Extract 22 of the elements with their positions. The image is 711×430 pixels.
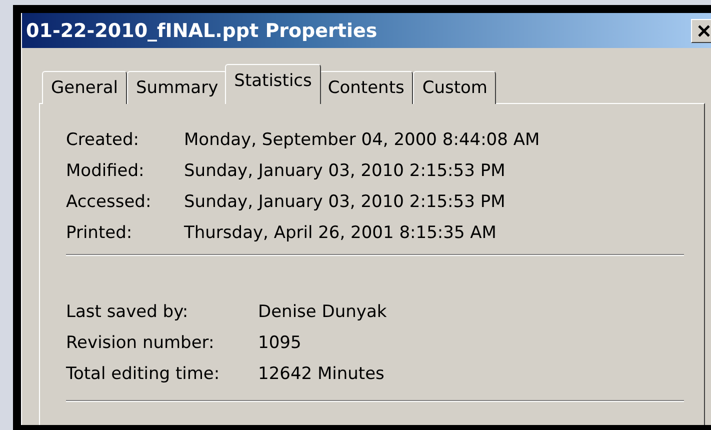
field-value: Thursday, April 26, 2001 8:15:35 AM: [184, 222, 498, 245]
field-value: Sunday, January 03, 2010 2:15:53 PM: [184, 191, 506, 214]
field-label: Total editing time:: [66, 363, 221, 386]
tab[interactable]: Contents: [318, 71, 414, 104]
field-label: Revision number:: [66, 332, 216, 355]
field-value: Monday, September 04, 2000 8:44:08 AM: [184, 129, 541, 152]
tab[interactable]: Statistics: [225, 64, 321, 104]
field-label: Printed:: [66, 222, 134, 245]
window-title: 01-22-2010_fINAL.ppt Properties: [25, 20, 378, 42]
field-value: Denise Dunyak: [258, 301, 388, 324]
field-value: 1095: [258, 332, 302, 355]
field-label: Modified:: [66, 160, 146, 183]
field-label: Accessed:: [66, 191, 152, 214]
tab[interactable]: General: [42, 71, 127, 104]
field-value: Sunday, January 03, 2010 2:15:53 PM: [184, 160, 506, 183]
field-value: 12642 Minutes: [258, 363, 386, 386]
tab[interactable]: Summary: [127, 71, 228, 104]
tab[interactable]: Custom: [413, 71, 496, 104]
close-button[interactable]: [691, 18, 711, 42]
close-icon: [697, 24, 711, 36]
field-label: Created:: [66, 129, 140, 152]
field-label: Last saved by:: [66, 301, 190, 324]
